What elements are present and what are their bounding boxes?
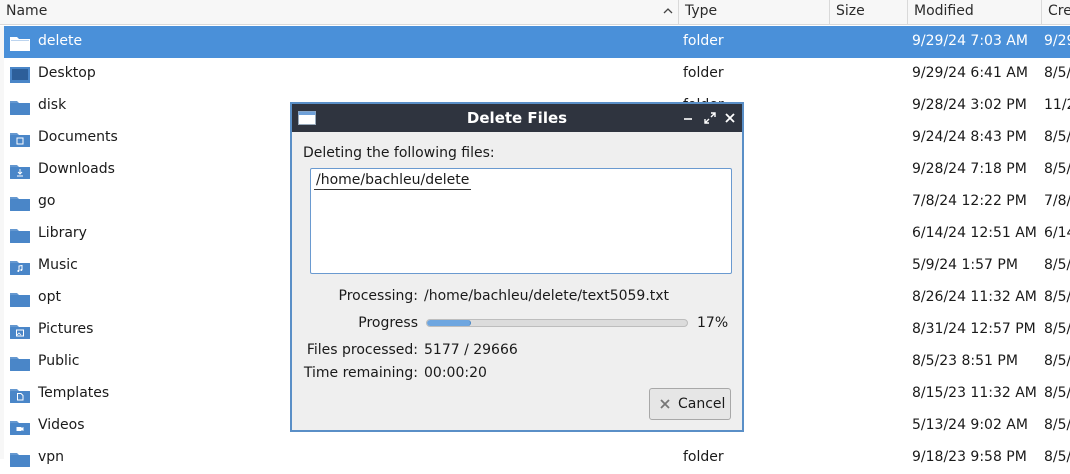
file-modified: 9/28/24 7:18 PM [912, 161, 1027, 177]
file-name: Templates [38, 385, 110, 401]
file-created: 9/29 [1044, 33, 1070, 49]
file-list-box[interactable]: /home/bachleu/delete [310, 168, 732, 274]
column-header-type[interactable]: Type [679, 0, 830, 25]
file-created: 8/5/ [1044, 129, 1070, 145]
file-created: 8/5/ [1044, 417, 1070, 433]
files-processed-label: Files processed: [306, 342, 418, 358]
file-type: folder [683, 449, 724, 465]
processing-label: Processing: [338, 288, 418, 304]
desktop-folder-icon [9, 66, 31, 84]
music-folder-icon [9, 258, 31, 276]
time-remaining-label: Time remaining: [303, 365, 418, 381]
file-name: opt [38, 289, 61, 305]
templates-folder-icon [9, 386, 31, 404]
file-type: folder [683, 65, 724, 81]
dialog-title: Delete Files [466, 109, 568, 127]
file-modified: 5/13/24 9:02 AM [912, 417, 1028, 433]
file-created: 11/2 [1044, 97, 1070, 113]
pictures-folder-icon [9, 322, 31, 340]
file-entry[interactable]: /home/bachleu/delete [314, 172, 472, 190]
column-header-name[interactable]: Name [0, 0, 679, 25]
file-created: 6/14 [1044, 225, 1070, 241]
file-name: Library [38, 225, 87, 241]
file-created: 8/5/ [1044, 161, 1070, 177]
file-modified: 5/9/24 1:57 PM [912, 257, 1018, 273]
file-modified: 7/8/24 12:22 PM [912, 193, 1027, 209]
column-header-name-label: Name [6, 3, 48, 19]
dialog-titlebar[interactable]: Delete Files [292, 104, 742, 132]
file-modified: 8/5/23 8:51 PM [912, 353, 1018, 369]
file-created: 8/5/ [1044, 449, 1070, 465]
file-modified: 9/29/24 7:03 AM [912, 33, 1028, 49]
file-created: 8/5/ [1044, 321, 1070, 337]
minimize-icon[interactable] [680, 110, 696, 126]
column-header-created[interactable]: Cre [1042, 0, 1070, 25]
files-processed-value: 5177 / 29666 [424, 342, 518, 358]
file-name: Pictures [38, 321, 94, 337]
file-row-delete[interactable]: delete folder 9/29/24 7:03 AM 9/29 [4, 26, 1070, 58]
file-name: Public [38, 353, 80, 369]
column-header-modified[interactable]: Modified [908, 0, 1042, 25]
file-modified: 8/31/24 12:57 PM [912, 321, 1036, 337]
folder-icon [9, 194, 31, 212]
file-modified: 8/15/23 11:32 AM [912, 385, 1037, 401]
folder-icon [9, 354, 31, 372]
documents-folder-icon [9, 130, 31, 148]
file-created: 8/5/ [1044, 257, 1070, 273]
file-modified: 9/28/24 3:02 PM [912, 97, 1027, 113]
file-name: Videos [38, 417, 85, 433]
file-name: disk [38, 97, 67, 113]
close-icon[interactable] [722, 110, 738, 126]
processing-value: /home/bachleu/delete/text5059.txt [424, 288, 670, 304]
file-created: 7/8/ [1044, 193, 1070, 209]
file-name: Music [38, 257, 78, 273]
column-header-size[interactable]: Size [830, 0, 908, 25]
progress-label: Progress [358, 315, 418, 331]
file-modified: 8/26/24 11:32 AM [912, 289, 1037, 305]
folder-icon [9, 34, 31, 52]
file-modified: 9/18/23 9:58 PM [912, 449, 1027, 465]
file-name: Downloads [38, 161, 115, 177]
dialog-heading: Deleting the following files: [303, 145, 495, 161]
cancel-button-label: Cancel [678, 396, 726, 412]
sort-ascending-icon [663, 8, 673, 14]
maximize-icon[interactable] [702, 110, 718, 126]
file-modified: 9/29/24 6:41 AM [912, 65, 1028, 81]
file-created: 8/5/ [1044, 289, 1070, 305]
progress-bar-fill [427, 320, 472, 326]
file-name: Desktop [38, 65, 96, 81]
cancel-button[interactable]: Cancel [649, 388, 731, 420]
file-name: vpn [38, 449, 65, 465]
file-type: folder [683, 33, 724, 49]
folder-icon [9, 290, 31, 308]
column-header-bar: Name Type Size Modified Cre [0, 0, 1070, 25]
file-row-vpn[interactable]: vpn folder 9/18/23 9:58 PM 8/5/ [4, 442, 1070, 474]
downloads-folder-icon [9, 162, 31, 180]
file-modified: 6/14/24 12:51 AM [912, 225, 1037, 241]
file-modified: 9/24/24 8:43 PM [912, 129, 1027, 145]
folder-icon [9, 450, 31, 468]
file-created: 8/5/ [1044, 65, 1070, 81]
folder-icon [9, 98, 31, 116]
file-name: Documents [38, 129, 118, 145]
progress-percent: 17% [697, 315, 729, 331]
file-row-desktop[interactable]: Desktop folder 9/29/24 6:41 AM 8/5/ [4, 58, 1070, 90]
videos-folder-icon [9, 418, 31, 436]
time-remaining-value: 00:00:20 [424, 365, 487, 381]
delete-files-dialog: Delete Files Deleting the following file… [290, 102, 744, 432]
cancel-icon [660, 399, 670, 409]
progress-bar [426, 319, 688, 327]
file-name: delete [38, 33, 83, 49]
file-name: go [38, 193, 56, 209]
file-created: 8/5/ [1044, 353, 1070, 369]
file-created: 8/5/ [1044, 385, 1070, 401]
folder-icon [9, 226, 31, 244]
